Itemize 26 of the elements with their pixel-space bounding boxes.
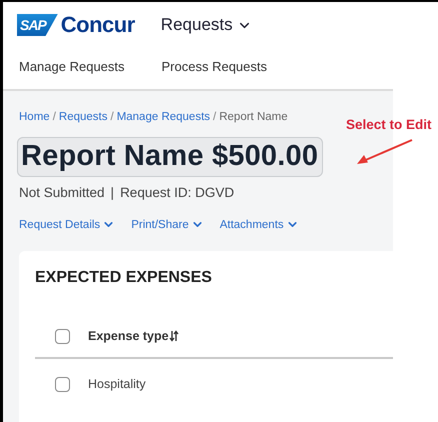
action-menu[interactable]: Print/Share xyxy=(131,218,204,231)
breadcrumb-link[interactable]: Home xyxy=(19,111,50,123)
breadcrumb-separator: / xyxy=(110,111,114,123)
breadcrumb-separator: / xyxy=(52,111,56,123)
subnav-link[interactable]: Manage Requests xyxy=(19,59,125,74)
table-cell: Hospitality xyxy=(88,377,146,391)
report-title[interactable]: Report Name $500.00 xyxy=(17,137,324,177)
status-text: Not Submitted xyxy=(19,185,105,200)
column-header[interactable]: Expense type xyxy=(88,329,169,343)
request-id: Request ID: DGVD xyxy=(120,185,234,200)
requests-menu[interactable]: Requests xyxy=(160,15,252,35)
card-title: EXPECTED EXPENSES xyxy=(35,269,213,287)
sort-icon[interactable] xyxy=(168,330,179,342)
breadcrumb-link[interactable]: Requests xyxy=(58,111,108,123)
status-separator: | xyxy=(110,185,114,200)
current-page-label: Report Name xyxy=(219,111,288,123)
logo-name: Concur xyxy=(60,12,135,38)
select-all-checkbox[interactable] xyxy=(55,328,70,344)
row-checkbox[interactable] xyxy=(55,376,70,392)
breadcrumb-link[interactable]: Manage Requests xyxy=(116,111,210,123)
logo-mark: SAP xyxy=(17,14,58,36)
subnav-link[interactable]: Process Requests xyxy=(162,59,268,74)
breadcrumb-separator: / xyxy=(213,111,216,123)
annotation-text: Select to Edit xyxy=(346,117,432,132)
action-menu[interactable]: Request Details xyxy=(19,218,116,231)
action-menu[interactable]: Attachments xyxy=(220,218,299,231)
